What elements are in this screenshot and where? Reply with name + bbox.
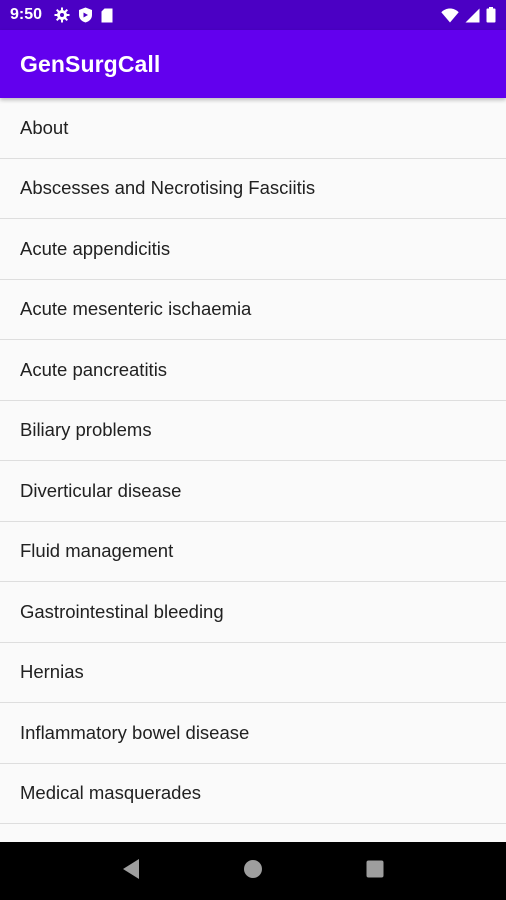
back-icon xyxy=(121,858,141,885)
list-item-acute-pancreatitis[interactable]: Acute pancreatitis xyxy=(0,340,506,401)
list-item-label: Medical masquerades xyxy=(20,782,201,804)
list-item-fluid-management[interactable]: Fluid management xyxy=(0,522,506,582)
topic-list[interactable]: About Abscesses and Necrotising Fasciiti… xyxy=(0,98,506,842)
wifi-icon xyxy=(441,7,459,23)
recents-icon xyxy=(366,860,384,883)
list-item-medical-masquerades[interactable]: Medical masquerades xyxy=(0,764,506,824)
home-button[interactable] xyxy=(229,847,277,895)
list-item-partial[interactable] xyxy=(0,824,506,842)
list-item-label: Acute mesenteric ischaemia xyxy=(20,298,252,320)
list-item-label: Fluid management xyxy=(20,540,174,562)
list-item-label: Acute pancreatitis xyxy=(20,358,168,380)
status-time: 9:50 xyxy=(10,6,43,23)
list-item-label: Gastrointestinal bleeding xyxy=(20,600,224,622)
list-item-biliary-problems[interactable]: Biliary problems xyxy=(0,401,506,461)
sd-card-icon xyxy=(101,8,113,23)
gear-icon xyxy=(54,7,70,23)
list-item-about[interactable]: About xyxy=(0,98,506,159)
app-title: GenSurgCall xyxy=(20,50,161,77)
back-button[interactable] xyxy=(107,847,155,895)
list-item-label: Biliary problems xyxy=(20,419,152,441)
system-nav-bar xyxy=(0,842,506,900)
shield-icon xyxy=(78,7,93,23)
list-item-acute-mesenteric-ischaemia[interactable]: Acute mesenteric ischaemia xyxy=(0,280,506,340)
list-item-abscesses[interactable]: Abscesses and Necrotising Fasciitis xyxy=(0,159,506,219)
list-item-label: Diverticular disease xyxy=(20,479,182,501)
list-item-label: Abscesses and Necrotising Fasciitis xyxy=(20,177,316,199)
list-item-hernias[interactable]: Hernias xyxy=(0,643,506,703)
signal-icon xyxy=(465,8,480,23)
list-item-label: About xyxy=(20,116,69,138)
list-item-acute-appendicitis[interactable]: Acute appendicitis xyxy=(0,219,506,280)
home-icon xyxy=(243,859,263,884)
list-item-inflammatory-bowel-disease[interactable]: Inflammatory bowel disease xyxy=(0,703,506,764)
list-item-label: Inflammatory bowel disease xyxy=(20,721,250,743)
battery-icon xyxy=(486,7,496,23)
recents-button[interactable] xyxy=(351,847,399,895)
list-item-label: Acute appendicitis xyxy=(20,237,171,259)
status-left-icons xyxy=(54,7,113,23)
list-item-label: Hernias xyxy=(20,661,84,683)
list-item-diverticular-disease[interactable]: Diverticular disease xyxy=(0,461,506,522)
status-bar: 9:50 xyxy=(0,0,506,30)
list-item-gastrointestinal-bleeding[interactable]: Gastrointestinal bleeding xyxy=(0,582,506,643)
app-bar: GenSurgCall xyxy=(0,30,506,98)
status-right-icons xyxy=(441,7,496,23)
